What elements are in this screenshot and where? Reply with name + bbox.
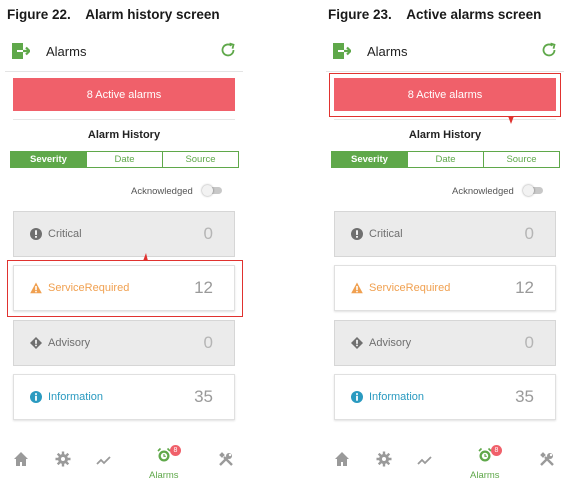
card-count: 12	[194, 278, 213, 297]
nav-alarms-label: Alarms	[470, 470, 500, 481]
card-count: 0	[524, 224, 534, 243]
warning-triangle-icon	[351, 282, 363, 294]
active-alarms-button[interactable]: 8 Active alarms	[13, 78, 235, 111]
card-label: Advisory	[369, 337, 412, 349]
exclamation-circle-icon	[351, 228, 363, 240]
alarm-clock-icon	[157, 447, 171, 462]
card-count: 0	[203, 224, 213, 243]
service-required-card[interactable]: ServiceRequired 12	[334, 265, 556, 311]
alarm-history-title: Alarm History	[408, 129, 482, 141]
header-title: Alarms	[46, 44, 87, 59]
exit-icon[interactable]	[12, 42, 30, 60]
card-label: Information	[369, 391, 425, 403]
warning-triangle-icon	[30, 282, 42, 294]
tools-icon[interactable]	[539, 451, 555, 467]
tab-severity[interactable]: Severity	[332, 152, 407, 167]
callout-pointer	[508, 116, 514, 124]
info-circle-icon	[30, 391, 42, 403]
info-circle-icon	[351, 391, 363, 403]
refresh-icon[interactable]	[540, 41, 558, 59]
tab-source[interactable]: Source	[162, 152, 238, 167]
exclamation-diamond-icon	[30, 337, 42, 349]
tab-date[interactable]: Date	[86, 152, 162, 167]
divider	[13, 119, 235, 120]
card-count: 35	[194, 387, 213, 406]
home-icon[interactable]	[13, 451, 29, 467]
home-icon[interactable]	[334, 451, 350, 467]
exit-icon[interactable]	[333, 42, 351, 60]
critical-card[interactable]: Critical 0	[13, 211, 235, 257]
active-alarms-button[interactable]: 8 Active alarms	[334, 78, 556, 111]
figure-caption: Figure 23. Active alarms screen	[328, 7, 542, 22]
sort-tabs: Severity Date Source	[10, 151, 239, 168]
app-header: Alarms	[326, 33, 564, 72]
bottom-nav: 8 Alarms	[5, 445, 243, 485]
critical-card[interactable]: Critical 0	[334, 211, 556, 257]
card-label: ServiceRequired	[48, 282, 130, 294]
card-label: Advisory	[48, 337, 91, 349]
sort-tabs: Severity Date Source	[331, 151, 560, 168]
card-count: 12	[515, 278, 534, 297]
divider	[334, 119, 556, 120]
card-label: Information	[48, 391, 104, 403]
card-label: Critical	[369, 228, 403, 240]
service-required-card[interactable]: ServiceRequired 12	[13, 265, 235, 311]
advisory-card[interactable]: Advisory 0	[334, 320, 556, 366]
card-count: 0	[524, 333, 534, 352]
tab-source[interactable]: Source	[483, 152, 559, 167]
nav-alarms[interactable]: 8 Alarms	[145, 445, 185, 485]
tools-icon[interactable]	[218, 451, 234, 467]
nav-alarms-label: Alarms	[149, 470, 179, 481]
tab-date[interactable]: Date	[407, 152, 483, 167]
card-count: 35	[515, 387, 534, 406]
alarm-count-badge: 8	[170, 445, 181, 456]
acknowledged-label: Acknowledged	[131, 186, 193, 197]
acknowledged-toggle[interactable]	[523, 185, 543, 196]
gear-icon[interactable]	[376, 451, 392, 467]
tab-severity[interactable]: Severity	[11, 152, 86, 167]
figure-caption: Figure 22. Alarm history screen	[7, 7, 220, 22]
acknowledged-toggle[interactable]	[202, 185, 222, 196]
alarm-count-badge: 8	[491, 445, 502, 456]
advisory-card[interactable]: Advisory 0	[13, 320, 235, 366]
app-header: Alarms	[5, 33, 243, 72]
exclamation-circle-icon	[30, 228, 42, 240]
refresh-icon[interactable]	[219, 41, 237, 59]
alarm-clock-icon	[478, 447, 492, 462]
information-card[interactable]: Information 35	[334, 374, 556, 420]
active-alarms-screen: Alarms 8 Active alarms Alarm History Sev…	[326, 33, 564, 488]
alarm-history-screen: Alarms 8 Active alarms Alarm History Sev…	[5, 33, 243, 488]
exclamation-diamond-icon	[351, 337, 363, 349]
trend-icon[interactable]	[96, 452, 112, 468]
alarm-history-title: Alarm History	[87, 129, 161, 141]
callout-pointer	[143, 253, 148, 261]
acknowledged-label: Acknowledged	[452, 186, 514, 197]
header-title: Alarms	[367, 44, 408, 59]
card-label: ServiceRequired	[369, 282, 451, 294]
trend-icon[interactable]	[417, 452, 433, 468]
gear-icon[interactable]	[55, 451, 71, 467]
card-label: Critical	[48, 228, 82, 240]
bottom-nav: 8 Alarms	[326, 445, 564, 485]
card-count: 0	[203, 333, 213, 352]
information-card[interactable]: Information 35	[13, 374, 235, 420]
nav-alarms[interactable]: 8 Alarms	[466, 445, 506, 485]
